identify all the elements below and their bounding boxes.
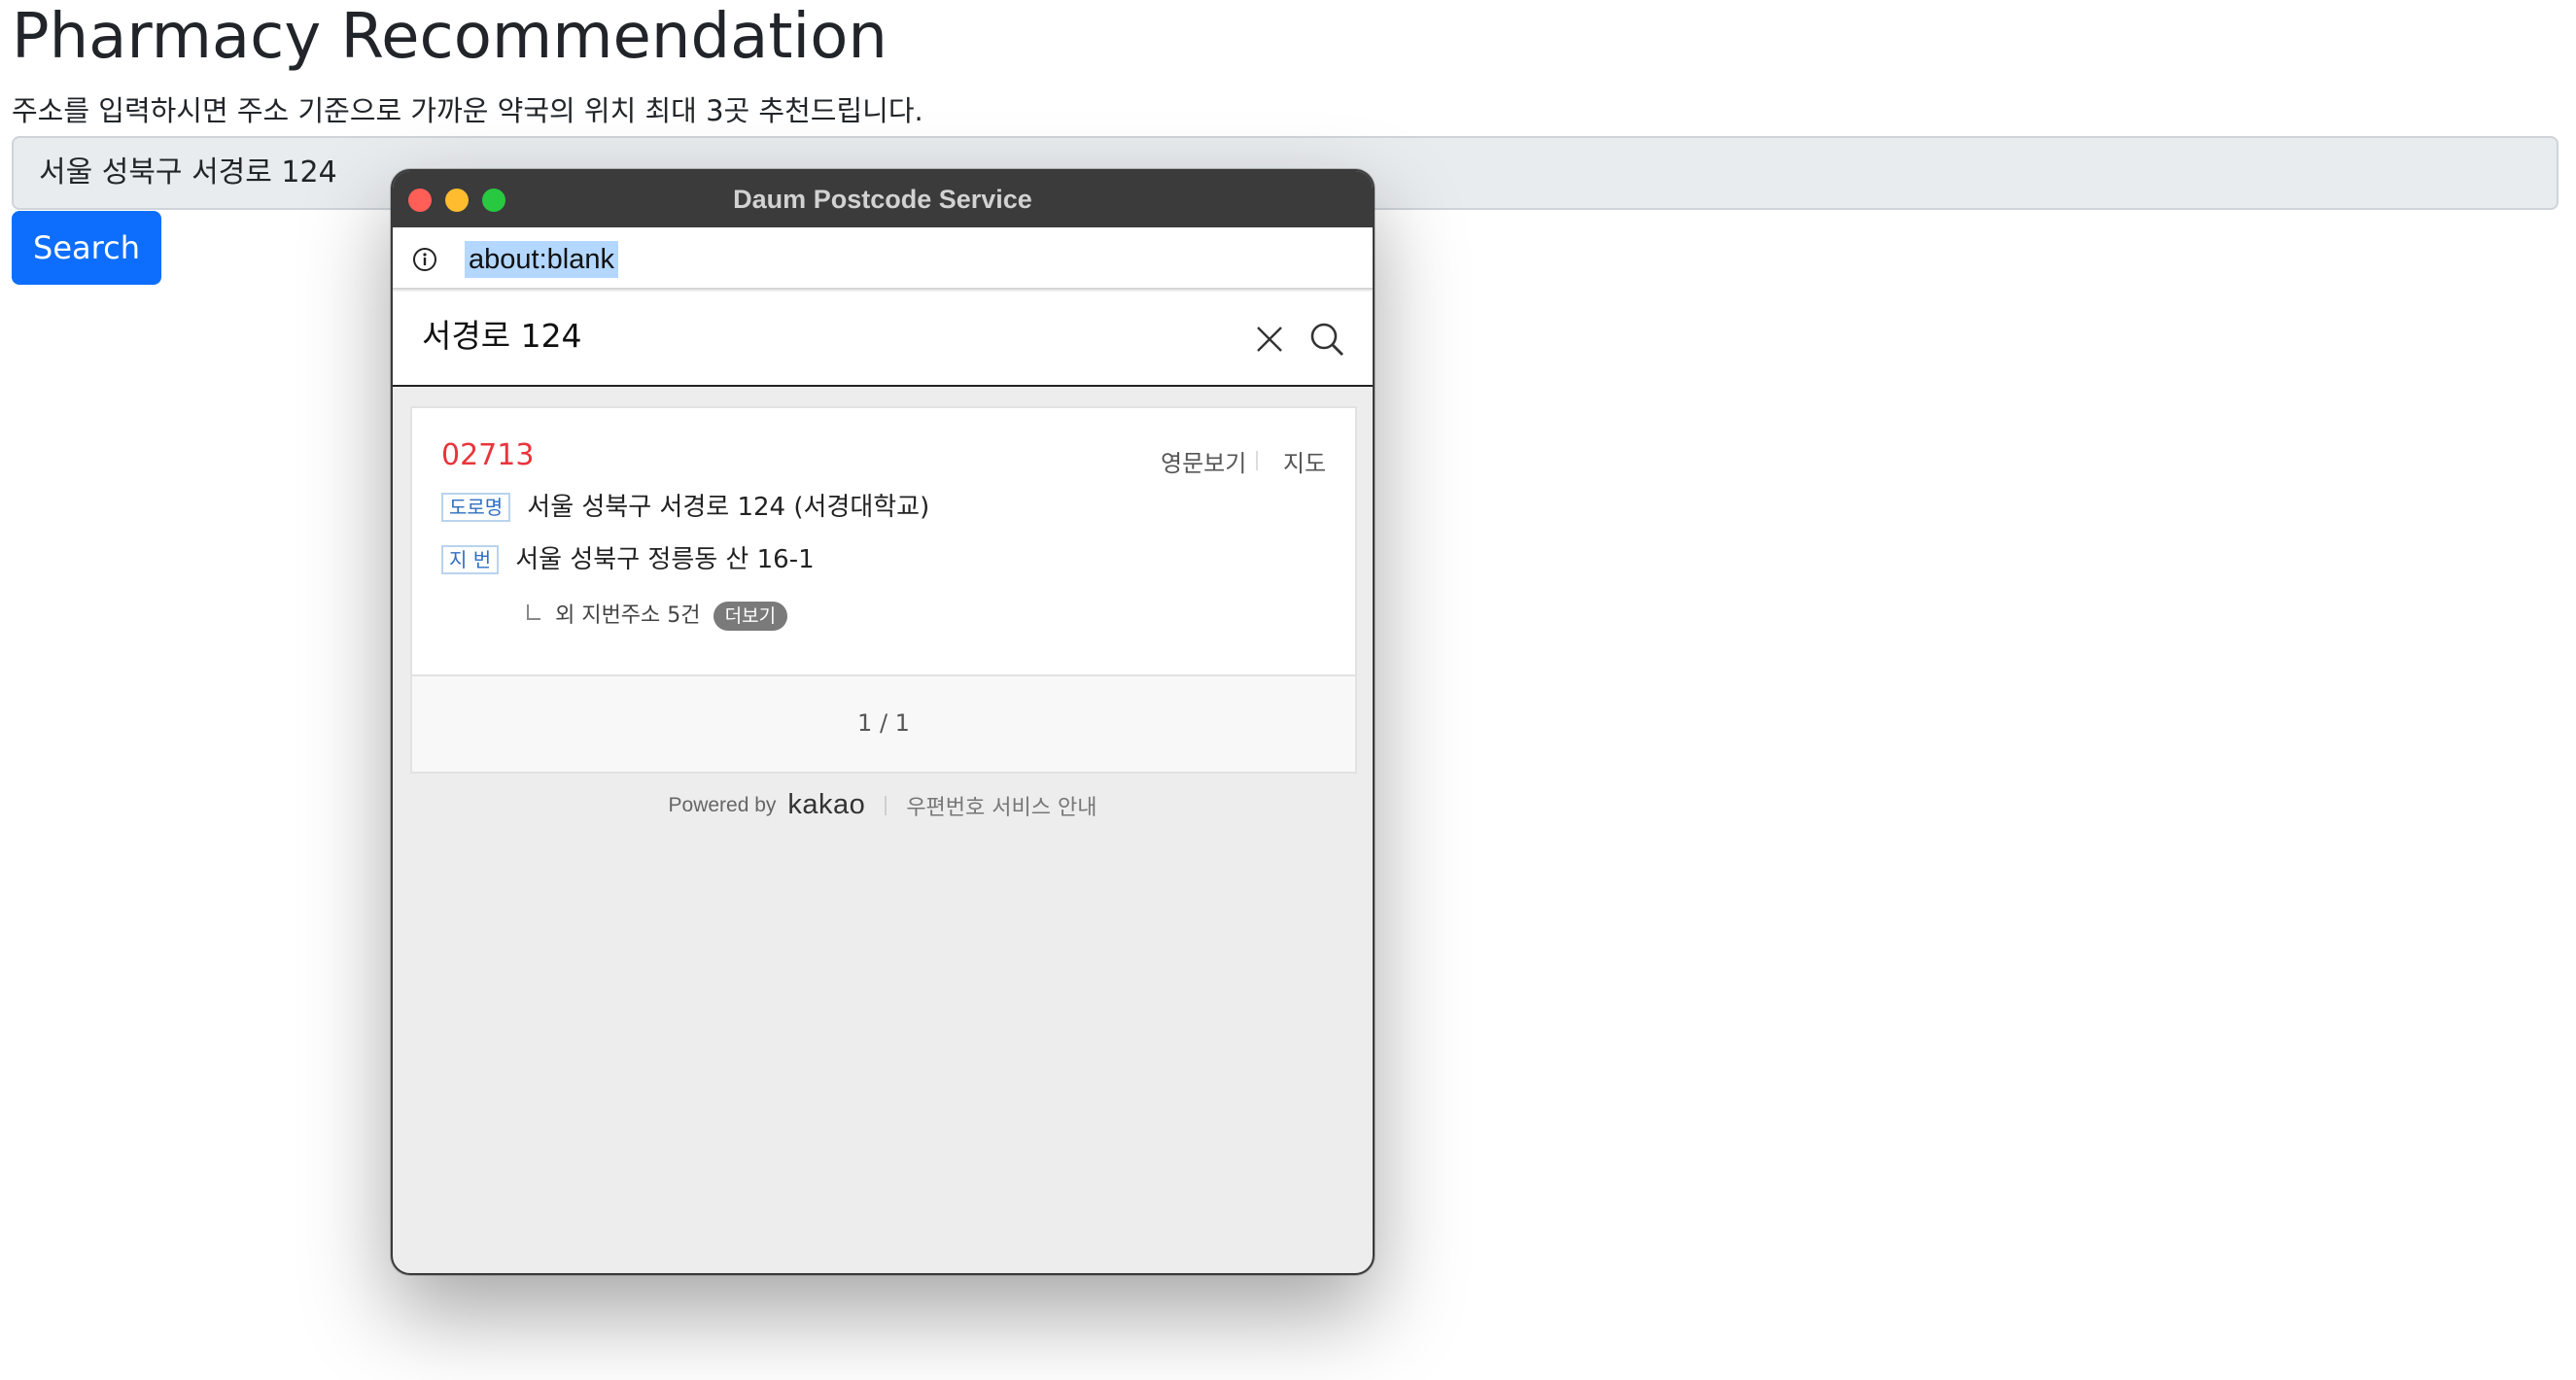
url-bar[interactable]: about:blank	[393, 227, 1373, 290]
kakao-logo[interactable]: kakao	[787, 789, 865, 821]
extra-jibun-row: 외 지번주소 5건 더보기	[527, 601, 788, 636]
page-indicator: 1 / 1	[857, 709, 910, 737]
jibun-address-row[interactable]: 지 번 서울 성북구 정릉동 산 16-1	[441, 542, 815, 577]
page-description: 주소를 입력하시면 주소 기준으로 가까운 약국의 위치 최대 3곳 추천드립니…	[12, 94, 923, 127]
close-icon[interactable]	[1254, 324, 1285, 355]
footer-divider	[885, 795, 888, 815]
link-divider	[1256, 451, 1258, 470]
info-icon	[413, 248, 436, 271]
road-address-badge: 도로명	[441, 493, 511, 522]
search-icon[interactable]	[1308, 321, 1345, 358]
window-title: Daum Postcode Service	[733, 185, 1032, 214]
postcode-search-input[interactable]: 서경로 124	[422, 315, 582, 358]
window-titlebar[interactable]: Daum Postcode Service	[393, 171, 1373, 227]
powered-by-text: Powered by	[668, 793, 777, 816]
road-address-row[interactable]: 도로명 서울 성북구 서경로 124 (서경대학교)	[441, 490, 929, 525]
extra-jibun-text: 외 지번주소 5건	[555, 604, 701, 628]
url-text[interactable]: about:blank	[465, 241, 618, 278]
jibun-address-text[interactable]: 서울 성북구 정릉동 산 16-1	[515, 542, 814, 577]
road-address-text[interactable]: 서울 성북구 서경로 124 (서경대학교)	[527, 490, 929, 525]
postcode-search-bar: 서경로 124	[393, 292, 1373, 387]
postcode-popup-window: Daum Postcode Service about:blank 서경로 12…	[391, 169, 1375, 1275]
postcode-result-card[interactable]: 02713 영문보기 지도 도로명 서울 성북구 서경로 124 (서경대학교)…	[410, 406, 1357, 774]
popup-footer: Powered by kakao 우편번호 서비스 안내	[393, 789, 1373, 828]
english-view-link[interactable]: 영문보기	[1161, 449, 1246, 478]
more-button[interactable]: 더보기	[713, 602, 788, 631]
map-link[interactable]: 지도	[1283, 449, 1326, 478]
pagination-bar: 1 / 1	[412, 674, 1355, 772]
page-title: Pharmacy Recommendation	[12, 1, 888, 73]
zipcode[interactable]: 02713	[441, 437, 534, 474]
search-button[interactable]: Search	[12, 211, 161, 285]
corner-indent-icon	[527, 604, 540, 620]
postcode-service-guide-link[interactable]: 우편번호 서비스 안내	[906, 790, 1097, 821]
jibun-address-badge: 지 번	[441, 545, 500, 574]
